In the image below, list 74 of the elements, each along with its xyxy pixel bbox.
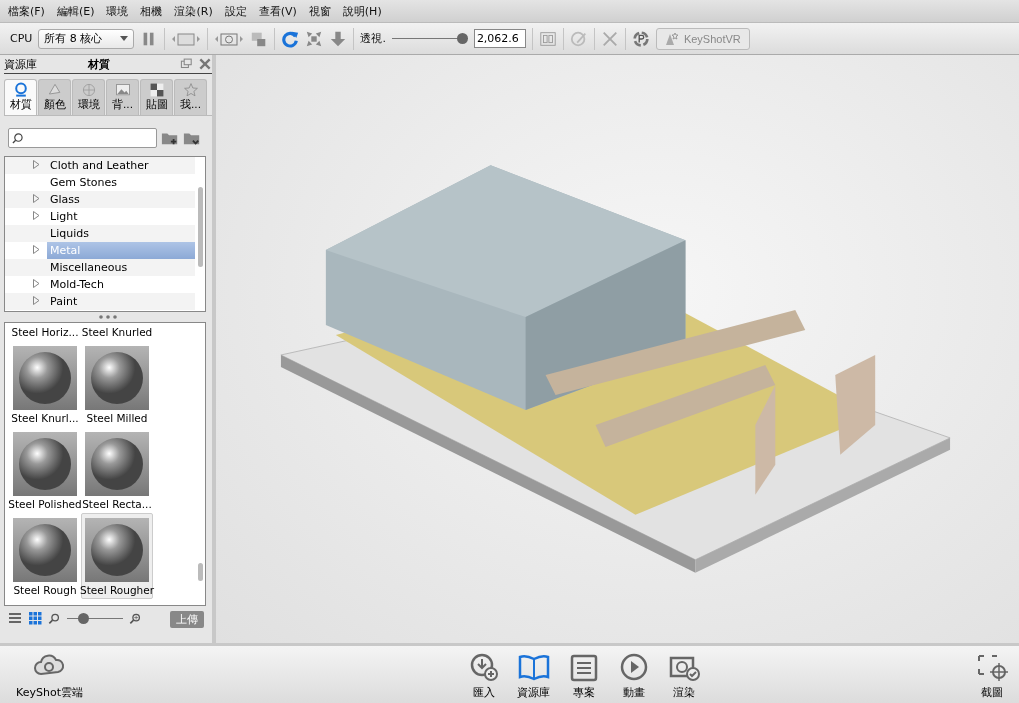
bottom-toolbar-button[interactable]: 專案 <box>560 652 607 700</box>
sphere-preview-icon <box>18 523 72 577</box>
refresh-icon[interactable] <box>281 29 300 48</box>
perspective-label: 透視. <box>360 31 386 46</box>
list-view-icon[interactable] <box>8 610 22 625</box>
panel-tab[interactable]: 我... <box>174 79 207 115</box>
panel-tab[interactable]: 環境 <box>72 79 105 115</box>
perspective-slider[interactable] <box>391 32 468 45</box>
cloud-button[interactable]: KeyShot雲端 <box>10 652 89 700</box>
menu-item[interactable]: 視窗 <box>302 3 337 19</box>
bottom-toolbar-button[interactable]: 渲染 <box>660 652 707 700</box>
panel-title: 資源庫 <box>4 56 38 72</box>
cpu-dropdown[interactable]: 所有 8 核心 <box>38 28 135 49</box>
close-icon[interactable] <box>198 57 212 71</box>
bottom-toolbar-button[interactable]: 動畫 <box>610 652 657 700</box>
slider-thumb[interactable] <box>77 613 89 624</box>
panel-tab[interactable]: 貼圖 <box>140 79 173 115</box>
search-field[interactable] <box>8 128 157 148</box>
menu-item[interactable]: 環境 <box>100 3 135 19</box>
tree-item[interactable]: Light <box>47 208 195 225</box>
panel-subtitle: 材質 <box>88 56 111 72</box>
upload-button[interactable]: 上傳 <box>170 610 204 628</box>
perspective-value-field[interactable]: 2,062.6 <box>473 29 526 48</box>
panel-tab[interactable]: 材質 <box>4 79 37 115</box>
scrollbar-thumb[interactable] <box>198 187 203 267</box>
tree-item[interactable]: Gem Stones <box>47 174 195 191</box>
zoom-out-icon[interactable] <box>48 612 61 626</box>
expand-arrow-icon[interactable] <box>33 245 40 254</box>
cone-star-icon <box>664 31 679 46</box>
zoom-in-icon[interactable] <box>129 612 142 626</box>
thumbnail-size-slider[interactable] <box>67 613 123 625</box>
tab-icon <box>114 82 131 98</box>
sphere-preview-icon <box>90 523 144 577</box>
sphere-preview-icon <box>18 437 72 491</box>
material-thumbnail[interactable]: Steel Horiz... <box>9 323 81 341</box>
bottom-toolbar-button[interactable]: 資源庫 <box>510 652 557 700</box>
tab-icon <box>12 82 29 98</box>
layout-icon[interactable] <box>538 29 557 48</box>
tree-item[interactable]: Mold-Tech <box>47 276 195 293</box>
tab-icon <box>80 82 97 98</box>
tab-icon <box>182 82 199 98</box>
menu-item[interactable]: 說明(H) <box>336 3 388 19</box>
down-arrow-icon[interactable] <box>329 29 348 48</box>
tab-icon <box>46 82 63 98</box>
sphere-preview-icon <box>18 351 72 405</box>
tab-icon <box>148 82 165 98</box>
menu-item[interactable]: 設定 <box>218 3 253 19</box>
menu-item[interactable]: 查看(V) <box>252 3 303 19</box>
caret-icon <box>120 36 129 41</box>
fit-screen-icon[interactable] <box>305 29 324 48</box>
material-thumbnail[interactable]: Steel Rougher <box>81 513 153 599</box>
menu-item[interactable]: 編輯(E) <box>50 3 101 19</box>
search-icon <box>12 132 23 144</box>
scrollbar-thumb[interactable] <box>198 563 203 581</box>
bottom-toolbar-button[interactable]: 匯入 <box>460 652 507 700</box>
menu-item[interactable]: 檔案(F) <box>2 3 51 19</box>
expand-arrow-icon[interactable] <box>33 160 40 169</box>
cpu-label: CPU <box>10 32 33 45</box>
float-window-icon[interactable] <box>180 57 194 71</box>
menu-item[interactable]: 相機 <box>134 3 169 19</box>
grid-view-icon[interactable] <box>28 610 42 625</box>
sphere-preview-icon <box>90 437 144 491</box>
sphere-preview-icon <box>90 351 144 405</box>
screenshot-button[interactable]: 截圖 <box>969 652 1015 700</box>
library-icon <box>516 652 551 682</box>
drag-handle-icon[interactable] <box>99 315 117 319</box>
swirl-p-icon[interactable] <box>631 29 650 48</box>
menu-item[interactable]: 渲染(R) <box>168 3 219 19</box>
slider-thumb[interactable] <box>456 32 468 44</box>
material-thumbnail[interactable]: Steel Knurled <box>81 323 153 341</box>
render-viewport[interactable] <box>216 55 1019 643</box>
crop-crosshair-icon <box>975 652 1009 682</box>
panel-tab[interactable]: 顏色 <box>38 79 71 115</box>
panel-tab[interactable]: 背... <box>106 79 139 115</box>
